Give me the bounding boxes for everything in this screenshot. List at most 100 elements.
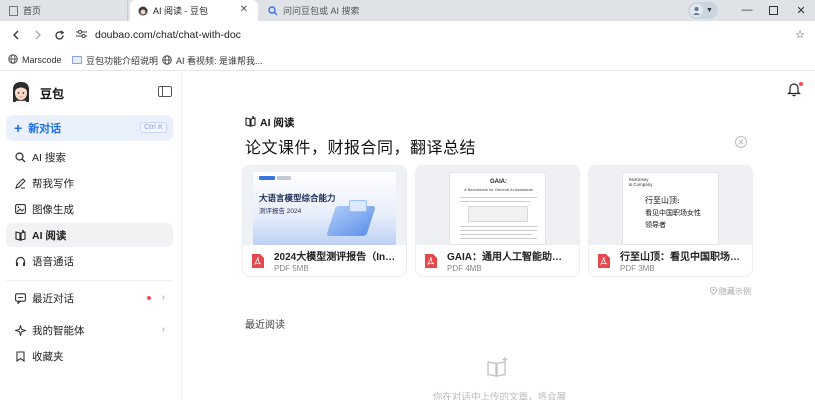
brand[interactable]: 豆包 bbox=[10, 80, 64, 107]
empty-state-text: 你在对话中上传的文章，将会展 bbox=[433, 392, 567, 400]
recent-reading-title: 最近阅读 bbox=[245, 320, 285, 331]
globe-icon bbox=[8, 54, 18, 66]
sidebar-item-ai-search[interactable]: AI 搜索 bbox=[6, 145, 173, 169]
divider bbox=[6, 280, 173, 281]
thumb-subtitle: 看见中国职场女性领导者 bbox=[645, 209, 701, 229]
tab-label: 问问豆包或 AI 搜索 bbox=[283, 6, 360, 16]
sidebar-item-label: AI 阅读 bbox=[32, 229, 67, 242]
forward-icon[interactable] bbox=[31, 28, 45, 42]
example-card-llm-report[interactable]: 大语言模型综合能力 测评报告 2024 2024大模型测评报告（Info... … bbox=[242, 165, 407, 277]
sidebar-item-label: AI 搜索 bbox=[32, 151, 66, 164]
tab-label: 首页 bbox=[23, 6, 42, 16]
search-icon bbox=[268, 5, 278, 16]
minimize-icon[interactable]: — bbox=[740, 3, 754, 17]
card-thumbnail: 大语言模型综合能力 测评报告 2024 bbox=[243, 166, 406, 245]
card-meta: GAIA：通用人工智能助手的... PDF 4MB bbox=[416, 245, 579, 276]
url-field[interactable]: doubao.com/chat/chat-with-doc bbox=[76, 27, 241, 43]
doubao-avatar bbox=[10, 80, 32, 107]
chevron-right-icon: › bbox=[161, 292, 165, 303]
tab-strip: 首页 AI 阅读 - 豆包 ✕ 问问豆包或 AI 搜索 ▼ — ✕ bbox=[0, 0, 815, 21]
site-settings-icon[interactable] bbox=[76, 29, 87, 42]
card-title: GAIA：通用人工智能助手的... bbox=[447, 252, 571, 263]
card-thumbnail: McKinsey & Company 行至山顶: 看见中国职场女性领导者 bbox=[589, 166, 752, 245]
chevron-down-icon: ▼ bbox=[706, 7, 713, 14]
close-icon[interactable]: ✕ bbox=[240, 4, 248, 15]
sidebar-item-ai-reading[interactable]: AI 阅读 bbox=[6, 223, 173, 247]
bookmark-label: 豆包功能介绍说明 bbox=[86, 56, 159, 66]
notification-dot bbox=[799, 82, 803, 86]
bookmark-icon bbox=[14, 350, 26, 362]
address-bar: doubao.com/chat/chat-with-doc ☆ bbox=[0, 21, 815, 49]
close-window-icon[interactable]: ✕ bbox=[794, 3, 808, 17]
page-title: 论文课件，财报合同，翻译总结 bbox=[245, 140, 477, 157]
sidebar-item-writing[interactable]: 帮我写作 bbox=[6, 171, 173, 195]
doc-icon bbox=[8, 5, 18, 16]
bookmark-ai-video[interactable]: AI 看视频: 是谁帮我... bbox=[162, 54, 263, 67]
chat-icon bbox=[14, 292, 26, 304]
url-text: doubao.com/chat/chat-with-doc bbox=[95, 29, 241, 41]
collapse-sidebar-icon[interactable] bbox=[158, 86, 172, 97]
bookmark-star-icon[interactable]: ☆ bbox=[795, 28, 805, 41]
new-chat-label: 新对话 bbox=[28, 123, 62, 135]
image-icon bbox=[14, 203, 26, 215]
card-thumbnail: GAIA: A Benchmark for General AI Assista… bbox=[416, 166, 579, 245]
add-document-icon bbox=[487, 357, 509, 377]
example-card-women-leaders[interactable]: McKinsey & Company 行至山顶: 看见中国职场女性领导者 行至山顶… bbox=[588, 165, 753, 277]
bell-icon[interactable] bbox=[787, 82, 803, 98]
sidebar-item-favorites[interactable]: 收藏夹 bbox=[6, 344, 173, 368]
hide-example-button[interactable]: 隐藏示例 bbox=[710, 286, 751, 297]
sidebar-item-label: 图像生成 bbox=[32, 203, 74, 216]
card-file-info: PDF 5MB bbox=[274, 264, 309, 273]
book-icon bbox=[14, 229, 26, 241]
thumb-subtitle: 测评报告 2024 bbox=[259, 208, 302, 215]
chevron-right-icon: › bbox=[161, 324, 165, 335]
sidebar-item-label: 收藏夹 bbox=[32, 350, 64, 363]
new-chat-button[interactable]: + 新对话 Ctrl K bbox=[6, 115, 173, 141]
tab-ai-reading[interactable]: AI 阅读 - 豆包 ✕ bbox=[130, 0, 258, 21]
close-icon[interactable]: ✕ bbox=[735, 136, 747, 148]
tab-home[interactable]: 首页 bbox=[0, 0, 128, 21]
book-icon bbox=[245, 115, 256, 130]
avatar bbox=[690, 4, 703, 17]
example-card-gaia[interactable]: GAIA: A Benchmark for General AI Assista… bbox=[415, 165, 580, 277]
bookmark-doubao-features[interactable]: 豆包功能介绍说明 bbox=[72, 54, 158, 67]
card-file-info: PDF 3MB bbox=[620, 264, 655, 273]
plus-icon: + bbox=[14, 120, 23, 136]
bookmark-label: Marscode bbox=[22, 55, 62, 65]
sidebar-item-voice-call[interactable]: 语音通话 bbox=[6, 249, 173, 273]
card-title: 行至山顶：看见中国职场女... bbox=[620, 252, 744, 263]
section-header: AI 阅读 bbox=[245, 115, 294, 130]
sidebar: 豆包 + 新对话 Ctrl K AI 搜索 帮我写作 图像生成 AI 阅读 语音… bbox=[0, 72, 182, 400]
pdf-icon bbox=[598, 254, 610, 268]
tab-search[interactable]: 问问豆包或 AI 搜索 bbox=[262, 0, 482, 21]
section-title: AI 阅读 bbox=[260, 117, 295, 129]
thumb-subtitle: A Benchmark for General AI Assistants bbox=[464, 187, 533, 192]
sidebar-item-my-agents[interactable]: 我的智能体 › bbox=[6, 318, 173, 342]
bookmarks-bar: Marscode 豆包功能介绍说明 AI 看视频: 是谁帮我... bbox=[0, 49, 815, 71]
bookmark-marscode[interactable]: Marscode bbox=[8, 54, 62, 66]
page-icon bbox=[72, 55, 82, 66]
card-title: 2024大模型测评报告（Info... bbox=[274, 252, 398, 263]
sidebar-item-recent-chats[interactable]: 最近对话 › bbox=[6, 286, 173, 310]
main-panel: AI 阅读 论文课件，财报合同，翻译总结 ✕ 大语言模型综合能力 测评报告 20… bbox=[183, 72, 815, 400]
search-icon bbox=[14, 151, 26, 163]
reload-icon[interactable] bbox=[52, 28, 66, 42]
sidebar-item-label: 最近对话 bbox=[32, 292, 74, 305]
mckinsey-logo: McKinsey & Company bbox=[629, 177, 653, 187]
pdf-icon bbox=[425, 254, 437, 268]
headphones-icon bbox=[14, 255, 26, 267]
notification-dot bbox=[147, 296, 151, 300]
bookmark-label: AI 看视频: 是谁帮我... bbox=[176, 56, 263, 66]
back-icon[interactable] bbox=[9, 28, 23, 42]
maximize-icon[interactable] bbox=[766, 3, 780, 17]
card-meta: 2024大模型测评报告（Info... PDF 5MB bbox=[243, 245, 406, 276]
card-file-info: PDF 4MB bbox=[447, 264, 482, 273]
card-meta: 行至山顶：看见中国职场女... PDF 3MB bbox=[589, 245, 752, 276]
thumb-title: 行至山顶: bbox=[645, 196, 680, 205]
sidebar-item-image-gen[interactable]: 图像生成 bbox=[6, 197, 173, 221]
shortcut-badge: Ctrl K bbox=[139, 122, 167, 133]
location-pin-icon bbox=[710, 286, 717, 297]
thumb-title: 大语言模型综合能力 bbox=[259, 193, 336, 203]
sidebar-item-label: 我的智能体 bbox=[32, 324, 85, 337]
profile-button[interactable]: ▼ bbox=[688, 2, 718, 19]
